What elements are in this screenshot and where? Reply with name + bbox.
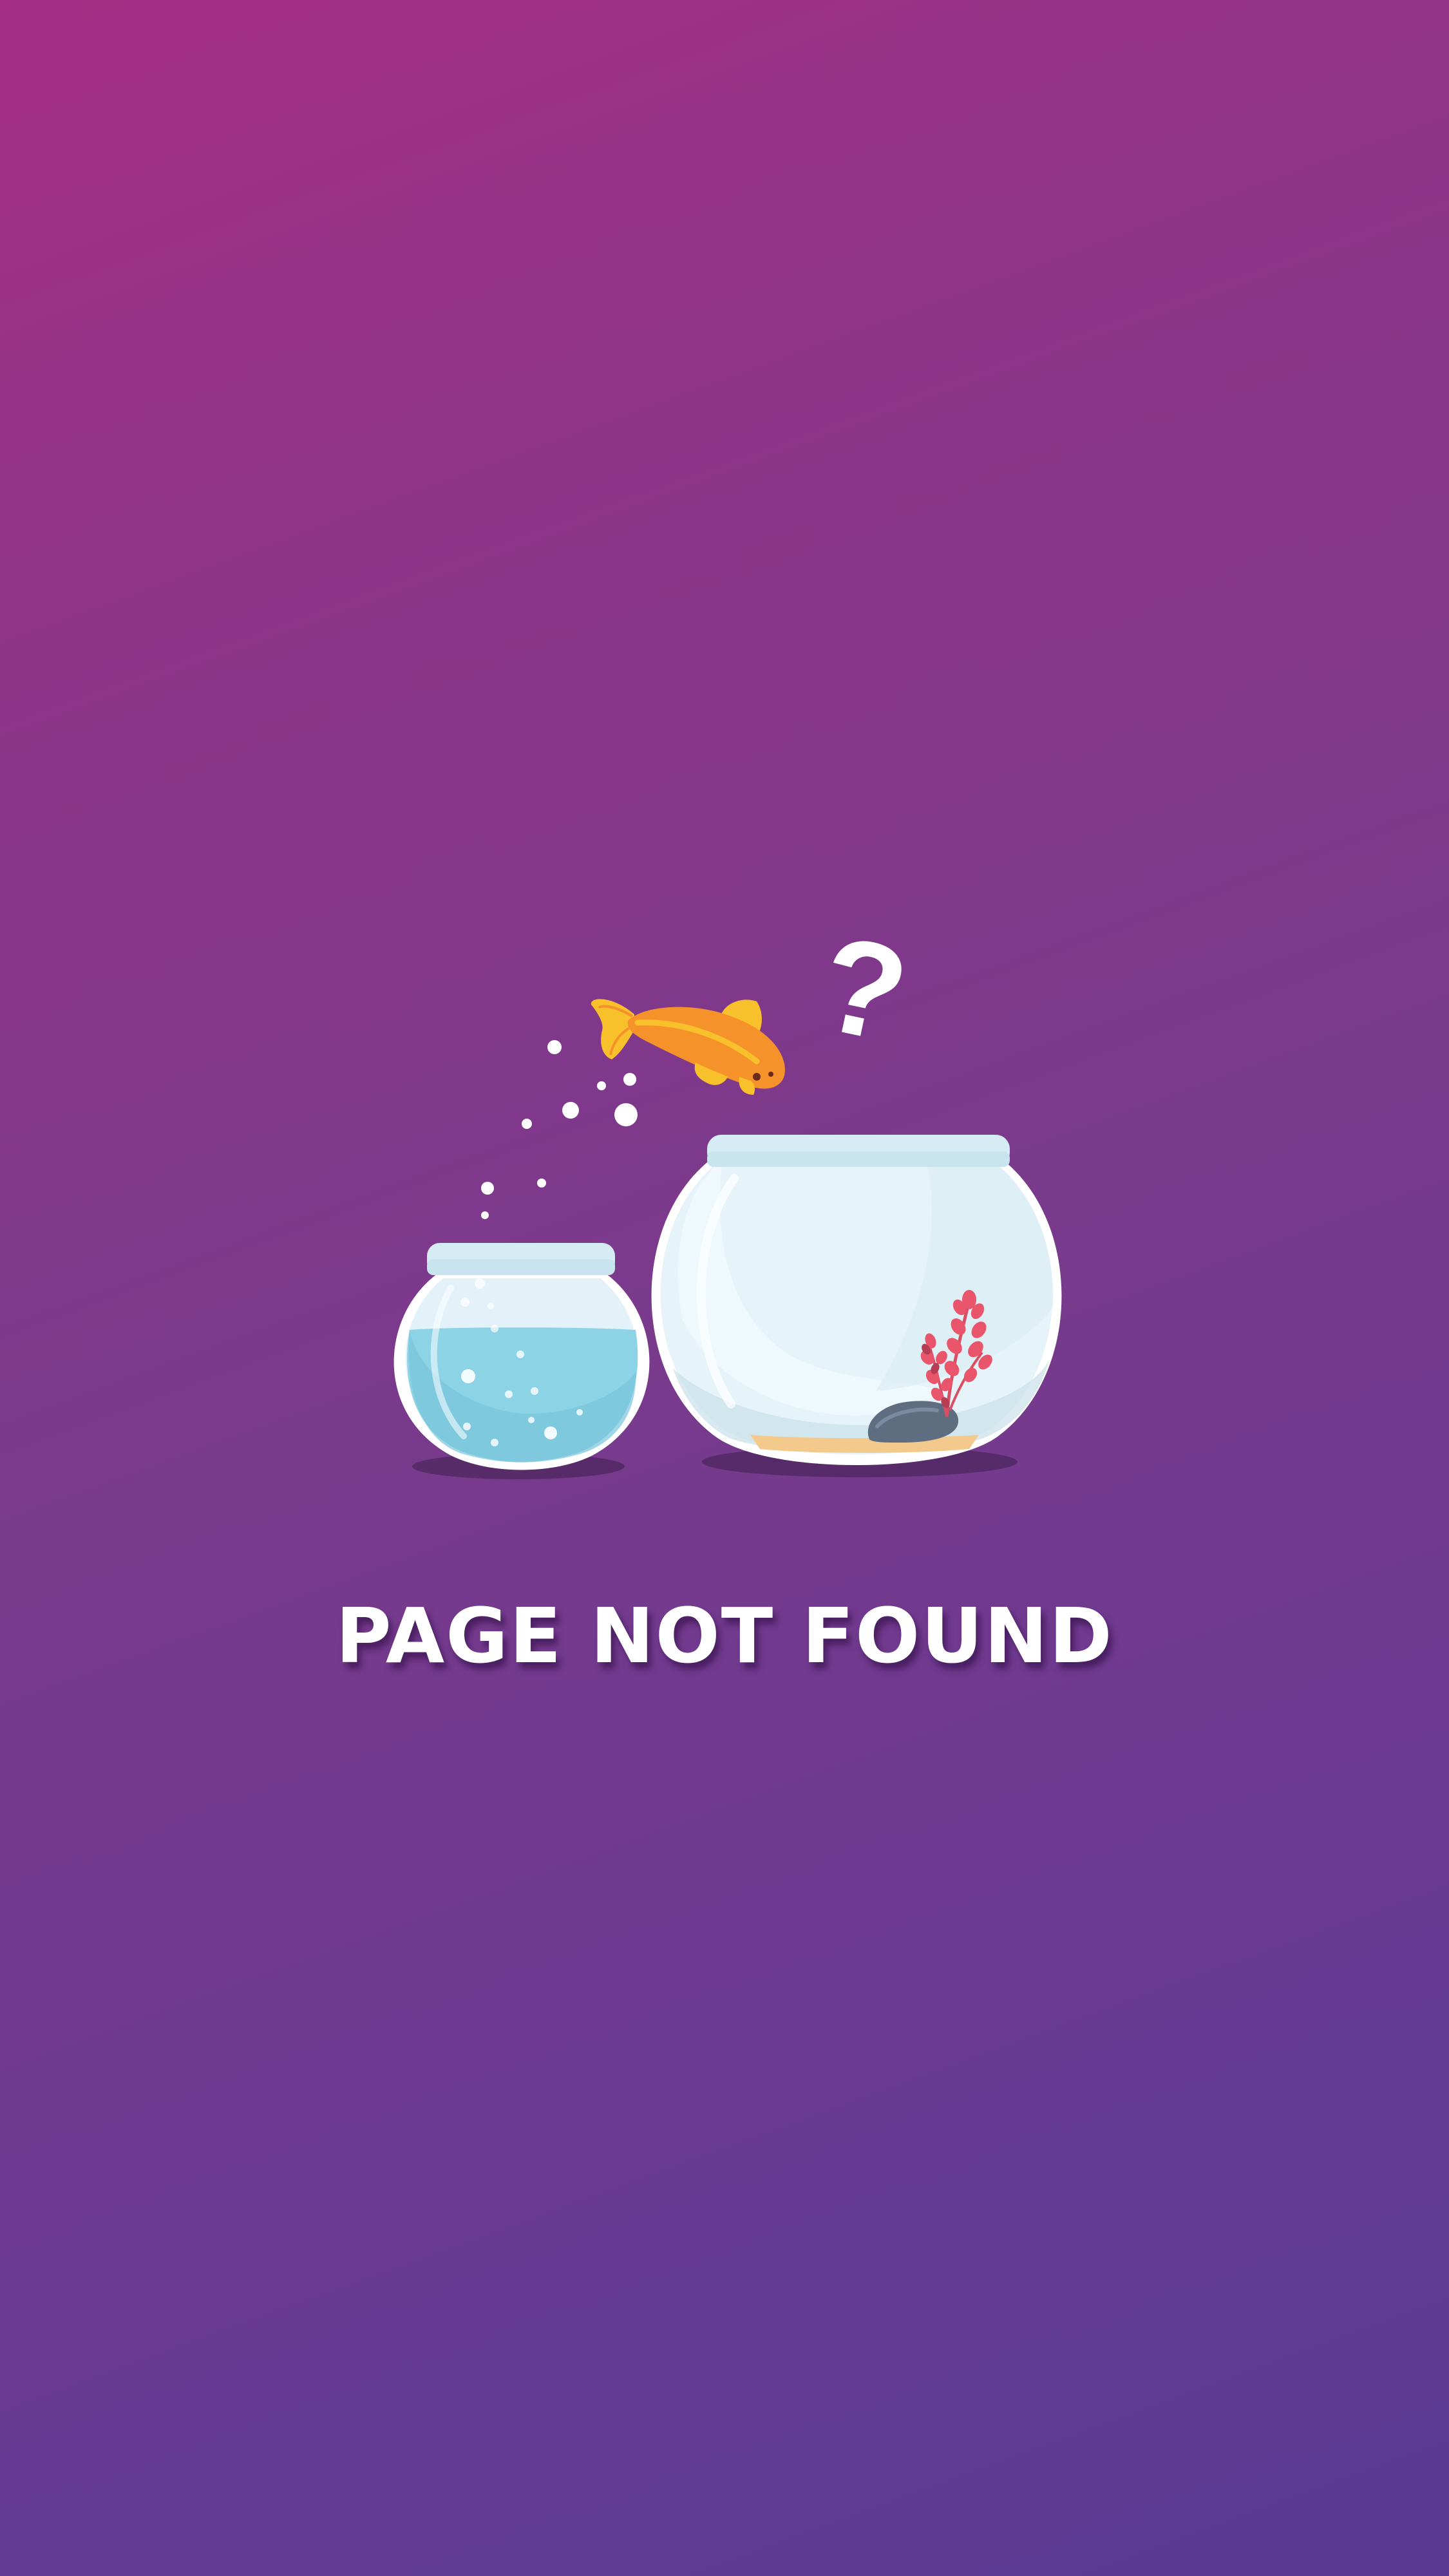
page-not-found-screen: ? PAGE NOT FOUND: [0, 0, 1449, 2576]
large-fishbowl-icon: [651, 1135, 1062, 1465]
goldfish-icon: [591, 999, 785, 1095]
question-mark-icon: ?: [808, 906, 920, 1072]
fishbowl-illustration: ?: [393, 906, 1062, 1479]
small-fishbowl-icon: [393, 1243, 650, 1470]
page-title: PAGE NOT FOUND: [336, 1591, 1113, 1680]
bubble-trail: [481, 1040, 638, 1219]
